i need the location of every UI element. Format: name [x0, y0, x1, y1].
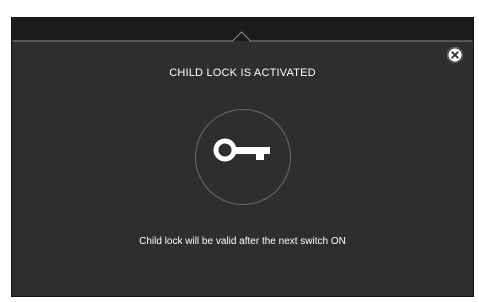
top-bar-notch	[12, 31, 473, 42]
key-icon-circle	[195, 109, 291, 205]
screen-title: CHILD LOCK IS ACTIVATED	[169, 67, 316, 79]
key-icon	[213, 138, 270, 162]
child-lock-message: Child lock will be valid after the next …	[139, 236, 346, 247]
close-button[interactable]	[447, 47, 463, 63]
close-icon	[447, 47, 463, 63]
child-lock-screen: CHILD LOCK IS ACTIVATED Child lock will …	[11, 17, 474, 297]
figure-frame: CHILD LOCK IS ACTIVATED Child lock will …	[0, 0, 479, 302]
